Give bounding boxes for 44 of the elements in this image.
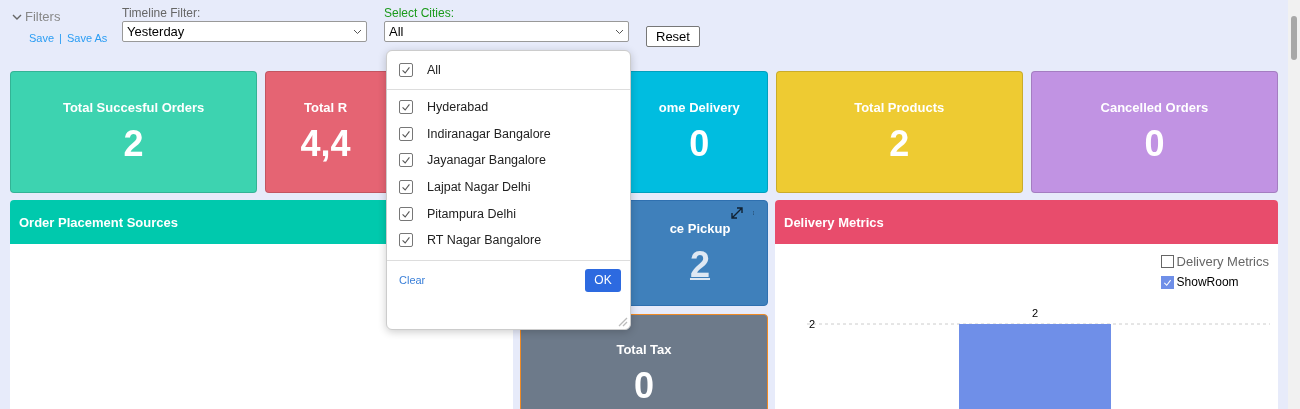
- y-tick-label: 2: [808, 318, 815, 330]
- chevron-down-icon[interactable]: [353, 28, 362, 35]
- checkbox[interactable]: [399, 126, 413, 141]
- dropdown-option[interactable]: Hyderabad: [387, 94, 630, 121]
- ok-button[interactable]: OK: [585, 268, 621, 292]
- checkbox[interactable]: [399, 100, 413, 115]
- expand-icon[interactable]: [730, 206, 744, 220]
- link-separator: |: [59, 32, 62, 44]
- kpi-value: 0: [1144, 122, 1165, 165]
- checkbox[interactable]: [399, 233, 413, 248]
- data-label: 2: [1031, 307, 1039, 319]
- checkbox[interactable]: [399, 206, 413, 221]
- kpi-title: Total Tax: [616, 341, 672, 357]
- kpi-value: 2: [123, 122, 144, 165]
- dropdown-option[interactable]: Indiranagar Bangalore: [387, 120, 630, 148]
- reset-button[interactable]: Reset: [646, 26, 700, 47]
- kpi-title: Cancelled Orders: [1100, 99, 1209, 115]
- kpi-title: ce Pickup: [669, 220, 731, 236]
- legend-label[interactable]: Delivery Metrics: [1176, 254, 1269, 269]
- chevron-down-icon[interactable]: [615, 28, 624, 35]
- field-label: Select Cities:: [384, 6, 456, 20]
- kpi-title: ome Delivery: [658, 99, 740, 115]
- checkbox[interactable]: [399, 63, 413, 77]
- kpi-value: 2: [889, 122, 910, 165]
- kpi-value: 0: [689, 122, 710, 165]
- dropdown-option[interactable]: Lajpat Nagar Delhi: [387, 173, 630, 201]
- kpi-value: 4,4: [300, 122, 351, 165]
- kpi-title: Total Products: [854, 99, 945, 115]
- resize-grip-icon[interactable]: [618, 317, 628, 327]
- legend-label[interactable]: ShowRoom: [1176, 275, 1239, 289]
- checkbox[interactable]: [399, 180, 413, 195]
- legend-checkbox[interactable]: [1160, 255, 1174, 268]
- kpi-title: Total R: [304, 99, 348, 115]
- scrollbar-thumb[interactable]: [1291, 16, 1297, 60]
- field-label: Timeline Filter:: [122, 6, 202, 20]
- kpi-title: Total Succesful Orders: [62, 99, 205, 115]
- dropdown-option[interactable]: Jayanagar Bangalore: [387, 147, 630, 174]
- panel-title: Delivery Metrics: [775, 200, 1278, 244]
- timeline-select[interactable]: Yesterday: [122, 21, 367, 42]
- legend-checkbox[interactable]: [1160, 275, 1174, 289]
- kpi-value: 0: [634, 364, 654, 407]
- checkbox[interactable]: [399, 153, 413, 168]
- clear-link[interactable]: Clear: [399, 274, 426, 287]
- cities-select[interactable]: All: [384, 21, 629, 42]
